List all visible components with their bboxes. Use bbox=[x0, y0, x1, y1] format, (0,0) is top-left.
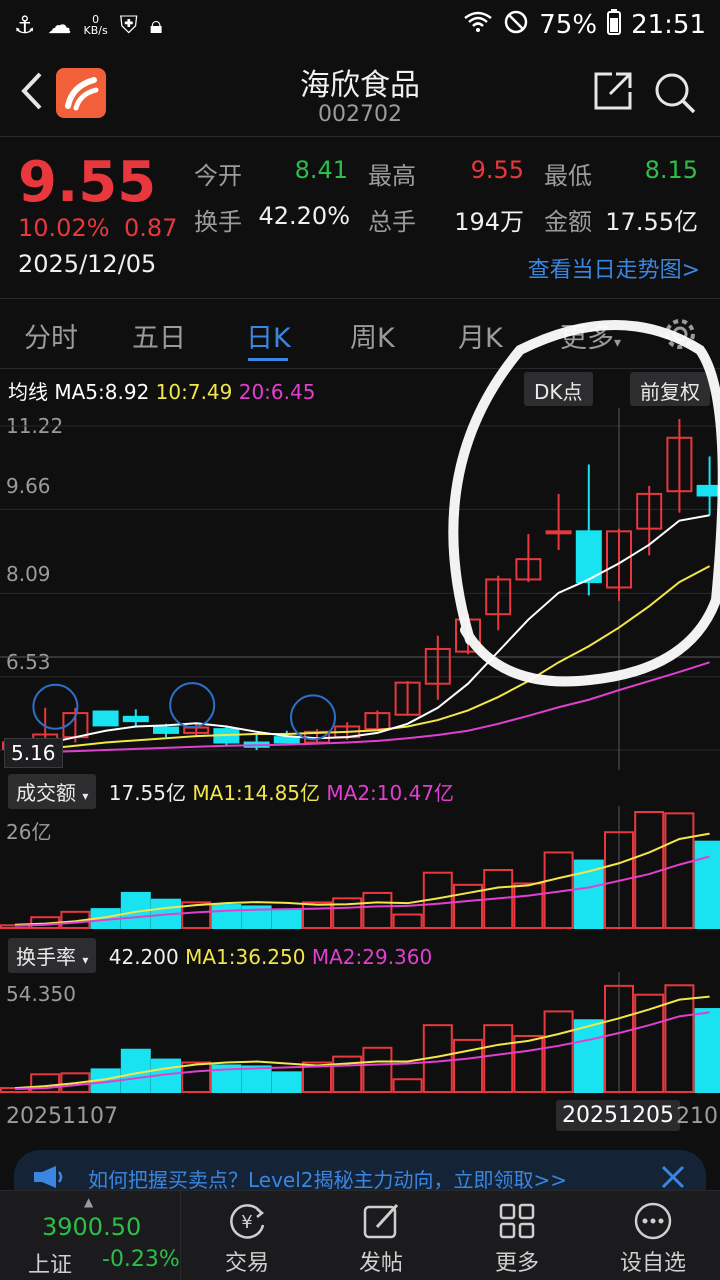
usb-icon: ⚓ bbox=[14, 11, 36, 39]
status-bar: ⚓ ☁ 0 KB/s ⛨ 🔒︎ 75% 21:51 bbox=[0, 0, 720, 50]
volume-bar bbox=[271, 1071, 302, 1093]
change-amount: 0.87 bbox=[124, 214, 178, 242]
high-label: 最高 bbox=[368, 162, 416, 190]
turnover-chart[interactable] bbox=[0, 972, 720, 1094]
date-start: 20251107 bbox=[6, 1104, 118, 1129]
intraday-trend-link[interactable]: 查看当日走势图> bbox=[528, 252, 700, 284]
promo-text: 如何把握买卖点？Level2揭秘主力动向，立即领取>> bbox=[88, 1168, 568, 1192]
edit-icon bbox=[363, 1203, 399, 1239]
volume-bar bbox=[392, 913, 423, 929]
share-icon[interactable] bbox=[592, 70, 634, 112]
nav-trade[interactable]: ¥ 交易 bbox=[202, 1199, 292, 1277]
volume-legend: 成交额 ▾ 17.55亿 MA1:14.85亿 MA2:10.47亿 bbox=[8, 774, 454, 809]
volume-label: 总手 bbox=[368, 208, 416, 236]
volume-bar bbox=[241, 1065, 272, 1093]
candle-body bbox=[273, 736, 300, 744]
change-percent: 10.02% bbox=[18, 214, 110, 242]
volume-bar bbox=[392, 1078, 423, 1093]
index-value: 3900.50 bbox=[42, 1213, 142, 1241]
volume-bar bbox=[362, 891, 393, 929]
volume-bar bbox=[573, 1019, 604, 1093]
volume-bar bbox=[694, 1008, 720, 1093]
network-speed: 0 KB/s bbox=[83, 13, 108, 37]
grid-icon bbox=[499, 1203, 535, 1239]
amount-label: 金额 bbox=[544, 208, 592, 236]
svg-text:¥: ¥ bbox=[241, 1212, 252, 1233]
volume-bar bbox=[513, 882, 544, 929]
volume-ma1: MA1:14.85亿 bbox=[192, 781, 321, 805]
dnd-icon bbox=[503, 9, 529, 42]
search-icon[interactable] bbox=[652, 70, 698, 116]
nav-more[interactable]: 更多 bbox=[472, 1199, 562, 1277]
volume-selector[interactable]: 成交额 ▾ bbox=[8, 774, 97, 809]
open-label: 今开 bbox=[194, 162, 242, 190]
volume-bar bbox=[664, 812, 695, 929]
quote-date: 2025/12/05 bbox=[18, 250, 157, 278]
caret-down-icon: ▾ bbox=[82, 953, 89, 967]
divider bbox=[180, 1191, 181, 1280]
volume-bar bbox=[694, 840, 720, 930]
turnover-label: 换手 bbox=[194, 208, 242, 236]
trade-yuan-icon: ¥ bbox=[230, 1204, 265, 1239]
last-price: 9.55 bbox=[18, 150, 157, 215]
stock-header: 海欣食品 002702 bbox=[0, 50, 720, 136]
megaphone-icon bbox=[34, 1166, 63, 1188]
volume-value: 194万 bbox=[454, 208, 524, 236]
more-dots-icon bbox=[634, 1202, 672, 1240]
wifi-icon bbox=[463, 10, 493, 41]
candle-body bbox=[153, 726, 179, 734]
volume-bar bbox=[271, 909, 302, 930]
nav-post[interactable]: 发帖 bbox=[336, 1199, 426, 1277]
nav-more-label: 更多 bbox=[494, 1251, 539, 1276]
nav-trade-label: 交易 bbox=[224, 1251, 269, 1276]
close-icon[interactable] bbox=[660, 1164, 686, 1190]
divider bbox=[0, 136, 720, 137]
volume-bar bbox=[362, 1046, 393, 1093]
caret-down-icon: ▾ bbox=[82, 789, 89, 803]
turnover-selector[interactable]: 换手率 ▾ bbox=[8, 938, 97, 973]
high-value: 9.55 bbox=[470, 156, 524, 184]
nav-add-watchlist-label: 设自选 bbox=[619, 1251, 686, 1276]
turnover-ma2: MA2:29.360 bbox=[311, 945, 433, 969]
clock: 21:51 bbox=[631, 10, 706, 40]
volume-bar bbox=[181, 1061, 212, 1094]
battery-percent: 75% bbox=[539, 10, 598, 40]
turnover-value: 42.20% bbox=[258, 202, 350, 230]
weather-icon: ☁ bbox=[47, 11, 72, 39]
volume-chart[interactable] bbox=[0, 806, 720, 930]
low-label: 最低 bbox=[544, 162, 592, 190]
price-axis-low-label: 5.16 bbox=[4, 738, 63, 768]
caret-up-icon: ▲ bbox=[84, 1195, 94, 1209]
battery-icon bbox=[607, 8, 622, 42]
amount-value: 17.55亿 bbox=[605, 208, 698, 236]
volume-bar bbox=[483, 1024, 514, 1093]
hand-drawn-highlight-circle bbox=[448, 320, 720, 687]
date-end: 210 bbox=[676, 1104, 718, 1129]
turnover-ma1: MA1:36.250 bbox=[185, 945, 306, 969]
volume-bar bbox=[543, 1010, 574, 1093]
index-name: 上证 bbox=[28, 1253, 73, 1278]
volume-value: 17.55亿 bbox=[108, 781, 187, 805]
nav-add-watchlist[interactable]: 设自选 bbox=[608, 1199, 698, 1277]
volume-bar bbox=[302, 901, 332, 929]
turnover-legend: 换手率 ▾ 42.200 MA1:36.250 MA2:29.360 bbox=[8, 938, 432, 973]
index-change: -0.23% bbox=[102, 1247, 180, 1272]
lock-icon: 🔒︎ bbox=[149, 11, 163, 39]
open-value: 8.41 bbox=[294, 156, 348, 184]
volume-bar bbox=[453, 1038, 483, 1094]
volume-ma2: MA2:10.47亿 bbox=[326, 781, 455, 805]
shield-icon: ⛨ bbox=[119, 11, 138, 39]
low-value: 8.15 bbox=[644, 156, 698, 184]
turnover-panel-value: 42.200 bbox=[108, 945, 179, 969]
nav-post-label: 发帖 bbox=[358, 1251, 403, 1276]
bottom-toolbar: ▲ 3900.50 上证 -0.23% ¥ 交易 发帖 更多 设自选 bbox=[0, 1190, 720, 1280]
volume-bar bbox=[211, 904, 242, 930]
volume-bar bbox=[513, 1034, 544, 1093]
volume-bar bbox=[664, 984, 695, 1093]
crosshair-date: 20251205 bbox=[556, 1100, 680, 1131]
